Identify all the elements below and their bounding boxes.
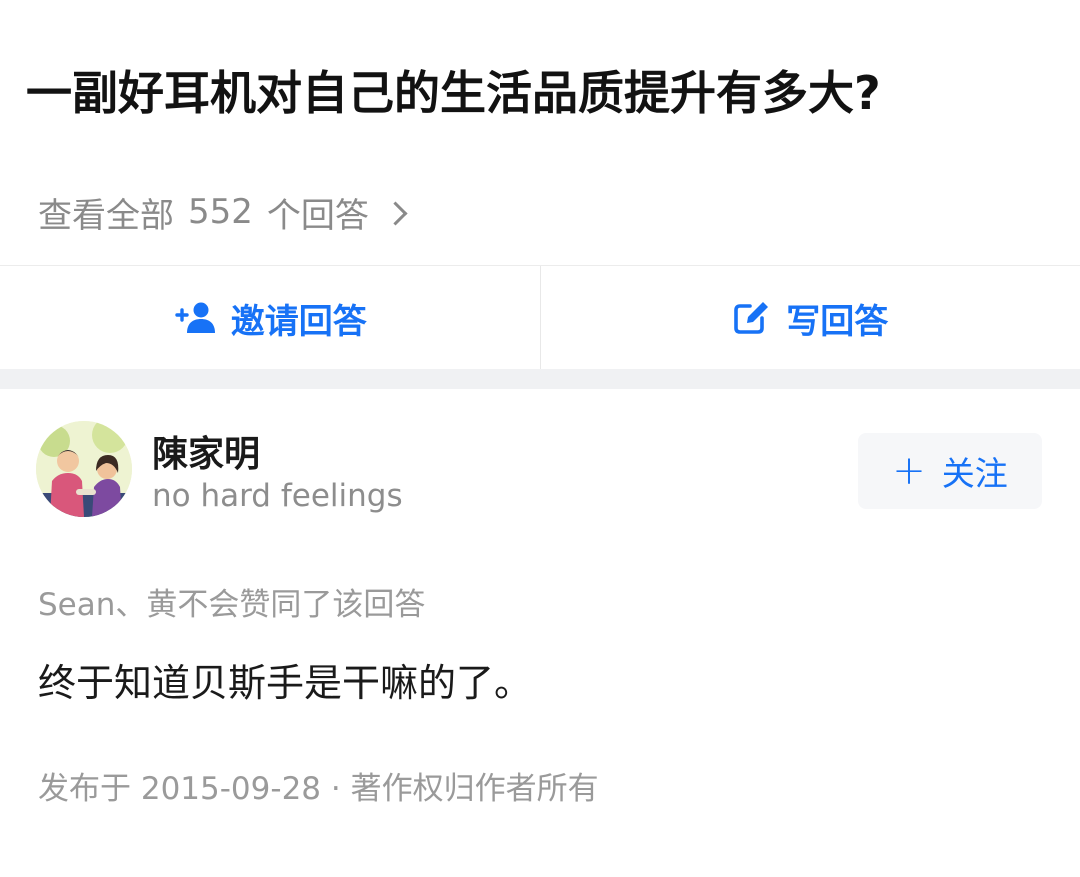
voters-text[interactable]: Sean、黄不会赞同了该回答 [38, 579, 425, 624]
answer-meta: 发布于 2015-09-28 · 著作权归作者所有 [38, 771, 599, 807]
write-answer-label: 写回答 [786, 301, 889, 342]
view-all-prefix: 查看全部 [38, 195, 174, 236]
answer-content[interactable]: 终于知道贝斯手是干嘛的了。 [38, 652, 532, 707]
chevron-right-icon [383, 200, 408, 226]
plus-icon: + [892, 448, 926, 494]
follow-label: 关注 [941, 454, 1008, 493]
section-divider [0, 369, 1080, 389]
invite-answer-button[interactable]: 邀请回答 [0, 266, 540, 370]
view-all-suffix: 个回答 [266, 195, 369, 236]
answer-count: 552 [188, 192, 253, 232]
question-header: 一副好耳机对自己的生活品质提升有多大? 查看全部 552 个回答 [0, 0, 1080, 265]
action-bar: 邀请回答 写回答 [0, 265, 1080, 370]
edit-icon [734, 302, 769, 334]
avatar[interactable] [36, 421, 132, 517]
write-answer-button[interactable]: 写回答 [539, 266, 1080, 370]
invite-answer-label: 邀请回答 [230, 301, 367, 342]
follow-button[interactable]: + 关注 [858, 433, 1042, 509]
question-title: 一副好耳机对自己的生活品质提升有多大? [26, 66, 881, 120]
add-user-icon [175, 302, 215, 333]
answer-card: 陳家明 no hard feelings + 关注 Sean、黄不会赞同了该回答… [0, 389, 1080, 877]
author-bio: no hard feelings [152, 478, 403, 514]
view-all-answers-link[interactable]: 查看全部 552 个回答 [38, 184, 408, 240]
author-name[interactable]: 陳家明 [152, 425, 260, 477]
